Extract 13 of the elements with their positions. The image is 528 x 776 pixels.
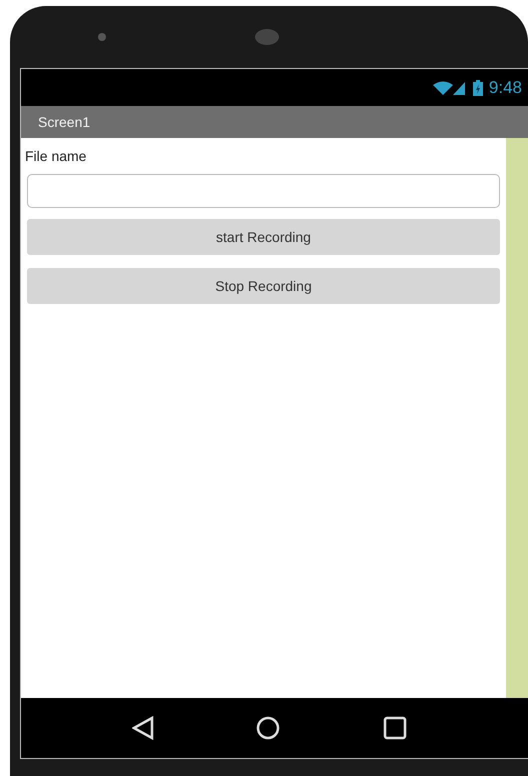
clock-time: 9:48 [488,78,522,98]
screen-title: Screen1 [38,114,90,130]
speaker-icon [255,29,279,45]
file-name-field[interactable] [27,174,500,208]
home-icon[interactable] [256,716,280,740]
camera-icon [98,33,106,41]
wifi-signal-icon [432,80,467,96]
recording-button[interactable]: start Recording [27,219,500,255]
recording-button[interactable]: Stop Recording [27,268,500,304]
battery-icon [472,80,483,96]
recents-icon[interactable] [382,716,407,740]
back-icon[interactable] [132,716,154,740]
file-name-label: File name [25,148,88,164]
